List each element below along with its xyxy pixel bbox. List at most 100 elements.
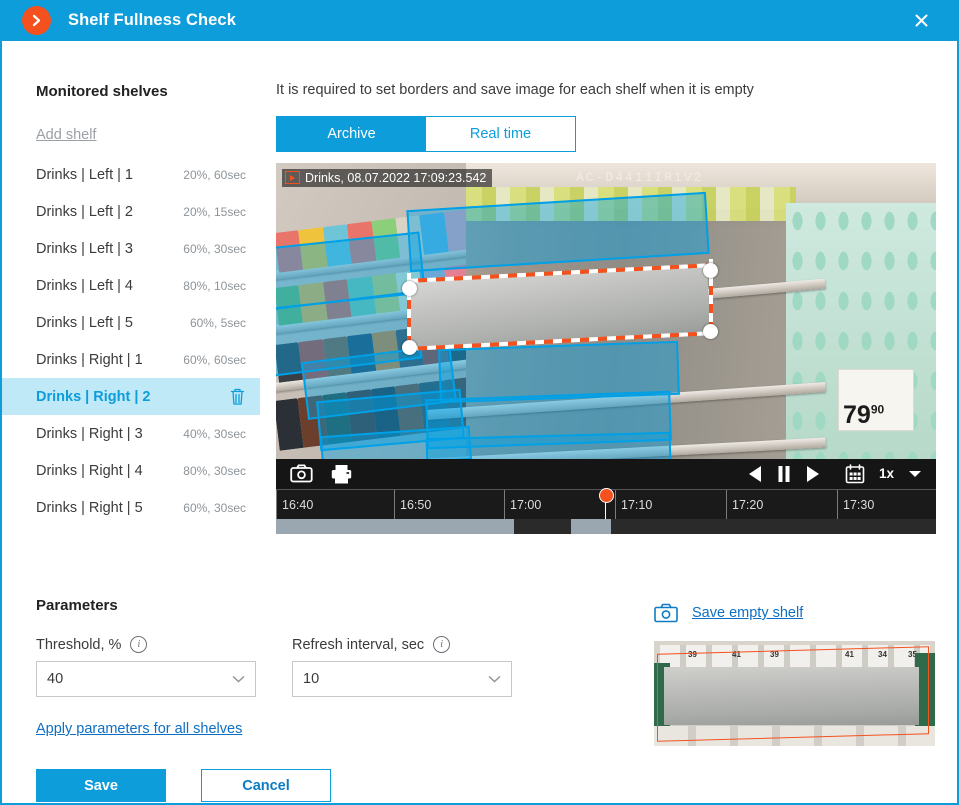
- thumb-selection-rect: [657, 646, 929, 742]
- shelf-list-item-4[interactable]: Drinks | Left | 5 60%, 5sec: [2, 304, 260, 341]
- shelf-name: Drinks | Right | 3: [36, 425, 143, 442]
- source-tabs: Archive Real time: [276, 115, 576, 152]
- info-icon[interactable]: i: [433, 636, 451, 653]
- shelf-meta: 60%, 5sec: [189, 315, 246, 330]
- recording-segment-0: [276, 518, 514, 534]
- instruction-text: It is required to set borders and save i…: [276, 82, 754, 98]
- video-timeline[interactable]: 16:40 16:50 17:00 17:10 17:20 17:30: [276, 487, 936, 534]
- shelf-list-item-5[interactable]: Drinks | Right | 1 60%, 60sec: [2, 341, 260, 378]
- apply-parameters-link[interactable]: Apply parameters for all shelves: [36, 721, 242, 737]
- close-button[interactable]: [899, 0, 943, 41]
- shelf-meta: 60%, 60sec: [183, 352, 246, 367]
- refresh-interval-value: 10: [303, 671, 320, 687]
- dialog-footer-buttons: Save Cancel: [36, 769, 622, 802]
- shelf-name: Drinks | Right | 4: [36, 462, 143, 479]
- shelf-name: Drinks | Left | 3: [36, 240, 133, 257]
- shelf-list-item-1[interactable]: Drinks | Left | 2 20%, 15sec: [2, 193, 260, 230]
- threshold-value: 40: [47, 671, 64, 687]
- playback-speed-label[interactable]: 1x: [879, 466, 894, 481]
- shelf-meta: 20%, 15sec: [183, 204, 246, 219]
- timeline-tick-3: 17:10: [615, 489, 652, 520]
- shelf-meta: 60%, 30sec: [183, 241, 246, 256]
- video-scene: AC-D4411IR1V2 7990 Drinks, 08.07.2022 17…: [276, 162, 936, 459]
- shelf-name: Drinks | Left | 1: [36, 166, 133, 183]
- close-icon: [915, 14, 927, 27]
- video-timestamp-text: Drinks, 08.07.2022 17:09:23.542: [305, 170, 487, 185]
- tab-archive[interactable]: Archive: [277, 116, 426, 151]
- playhead-dot-icon[interactable]: [599, 487, 614, 503]
- video-timestamp-overlay: Drinks, 08.07.2022 17:09:23.542: [282, 168, 493, 187]
- shelf-name: Drinks | Left | 5: [36, 314, 133, 331]
- shelf-list-item-6-selected[interactable]: Drinks | Right | 2: [2, 378, 260, 415]
- shelf-list-item-8[interactable]: Drinks | Right | 4 80%, 30sec: [2, 452, 260, 489]
- timeline-tick-2: 17:00: [504, 489, 541, 520]
- save-empty-shelf-link[interactable]: Save empty shelf: [692, 605, 803, 621]
- resize-handle-bottom-right[interactable]: [703, 323, 718, 339]
- trash-icon[interactable]: [229, 387, 246, 406]
- info-icon[interactable]: i: [130, 636, 148, 653]
- parameters-heading: Parameters: [36, 597, 118, 614]
- shelf-meta: 20%, 60sec: [183, 167, 246, 182]
- shelf-list-item-0[interactable]: Drinks | Left | 1 20%, 60sec: [2, 156, 260, 193]
- timeline-tick-0: 16:40: [276, 489, 313, 520]
- shelf-list-item-7[interactable]: Drinks | Right | 3 40%, 30sec: [2, 415, 260, 452]
- chevron-down-icon[interactable]: [908, 469, 922, 479]
- shelf-name: Drinks | Right | 2: [36, 388, 151, 405]
- shelf-meta: 80%, 30sec: [183, 463, 246, 478]
- camera-watermark: AC-D4411IR1V2: [576, 169, 704, 185]
- shelf-meta: 80%, 10sec: [183, 278, 246, 293]
- empty-shelf-thumbnail[interactable]: 39 41 39 41 34 35: [654, 641, 935, 746]
- save-button[interactable]: Save: [36, 769, 166, 802]
- dialog-body: Monitored shelves Add shelf Drinks | Lef…: [2, 41, 957, 803]
- shelf-meta: 40%, 30sec: [183, 426, 246, 441]
- shelf-list-item-3[interactable]: Drinks | Left | 4 80%, 10sec: [2, 267, 260, 304]
- play-badge-icon: [285, 171, 300, 184]
- cancel-button[interactable]: Cancel: [201, 769, 331, 802]
- resize-handle-top-right[interactable]: [703, 262, 718, 278]
- chevron-right-circle-icon: [22, 6, 51, 35]
- sidebar-heading: Monitored shelves: [36, 83, 168, 100]
- recording-segment-1: [571, 518, 611, 534]
- printer-icon[interactable]: [331, 464, 352, 484]
- calendar-icon[interactable]: [845, 463, 865, 484]
- save-empty-shelf-panel: Save empty shelf 39 41 39 41 34 35: [654, 603, 944, 746]
- timeline-tick-4: 17:20: [726, 489, 763, 520]
- play-reverse-icon[interactable]: [747, 465, 763, 483]
- shelf-fullness-dialog: Shelf Fullness Check Monitored shelves A…: [0, 0, 959, 805]
- shelf-name: Drinks | Left | 2: [36, 203, 133, 220]
- shelf-name: Drinks | Left | 4: [36, 277, 133, 294]
- dialog-titlebar: Shelf Fullness Check: [2, 0, 957, 41]
- shelf-name: Drinks | Right | 5: [36, 499, 143, 516]
- scene-price-tag: 7990: [838, 368, 914, 431]
- chevron-down-icon: [232, 671, 245, 687]
- resize-handle-bottom-left[interactable]: [402, 339, 417, 355]
- add-shelf-link[interactable]: Add shelf: [36, 127, 96, 143]
- threshold-select[interactable]: 40: [36, 661, 256, 697]
- timeline-recording-strip[interactable]: [276, 518, 936, 534]
- main-panel: It is required to set borders and save i…: [276, 41, 957, 534]
- price-cents: 90: [870, 402, 885, 417]
- shelf-list: Drinks | Left | 1 20%, 60sec Drinks | Le…: [2, 156, 276, 526]
- shelf-list-item-2[interactable]: Drinks | Left | 3 60%, 30sec: [2, 230, 260, 267]
- timeline-tick-1: 16:50: [394, 489, 431, 520]
- resize-handle-top-left[interactable]: [402, 280, 417, 296]
- chevron-down-icon: [488, 671, 501, 687]
- threshold-field: Threshold, % i 40: [36, 636, 256, 697]
- video-controls: 1x: [276, 459, 936, 489]
- shelf-meta: 60%, 30sec: [183, 500, 246, 515]
- camera-icon[interactable]: [654, 603, 678, 623]
- video-player[interactable]: AC-D4411IR1V2 7990 Drinks, 08.07.2022 17…: [276, 162, 936, 534]
- refresh-interval-select[interactable]: 10: [292, 661, 512, 697]
- camera-icon[interactable]: [290, 464, 313, 483]
- pause-icon[interactable]: [777, 465, 791, 483]
- refresh-interval-field: Refresh interval, sec i 10: [292, 636, 512, 697]
- timeline-tick-5: 17:30: [837, 489, 874, 520]
- page-title: Shelf Fullness Check: [68, 11, 236, 29]
- sidebar: Monitored shelves Add shelf Drinks | Lef…: [2, 41, 276, 526]
- price-value: 79: [843, 400, 871, 429]
- play-icon[interactable]: [805, 465, 821, 483]
- parameters-section: Parameters Threshold, % i 40 Refresh int…: [2, 597, 622, 802]
- refresh-interval-label: Refresh interval, sec: [292, 636, 425, 653]
- shelf-list-item-9[interactable]: Drinks | Right | 5 60%, 30sec: [2, 489, 260, 526]
- tab-real-time[interactable]: Real time: [426, 116, 575, 151]
